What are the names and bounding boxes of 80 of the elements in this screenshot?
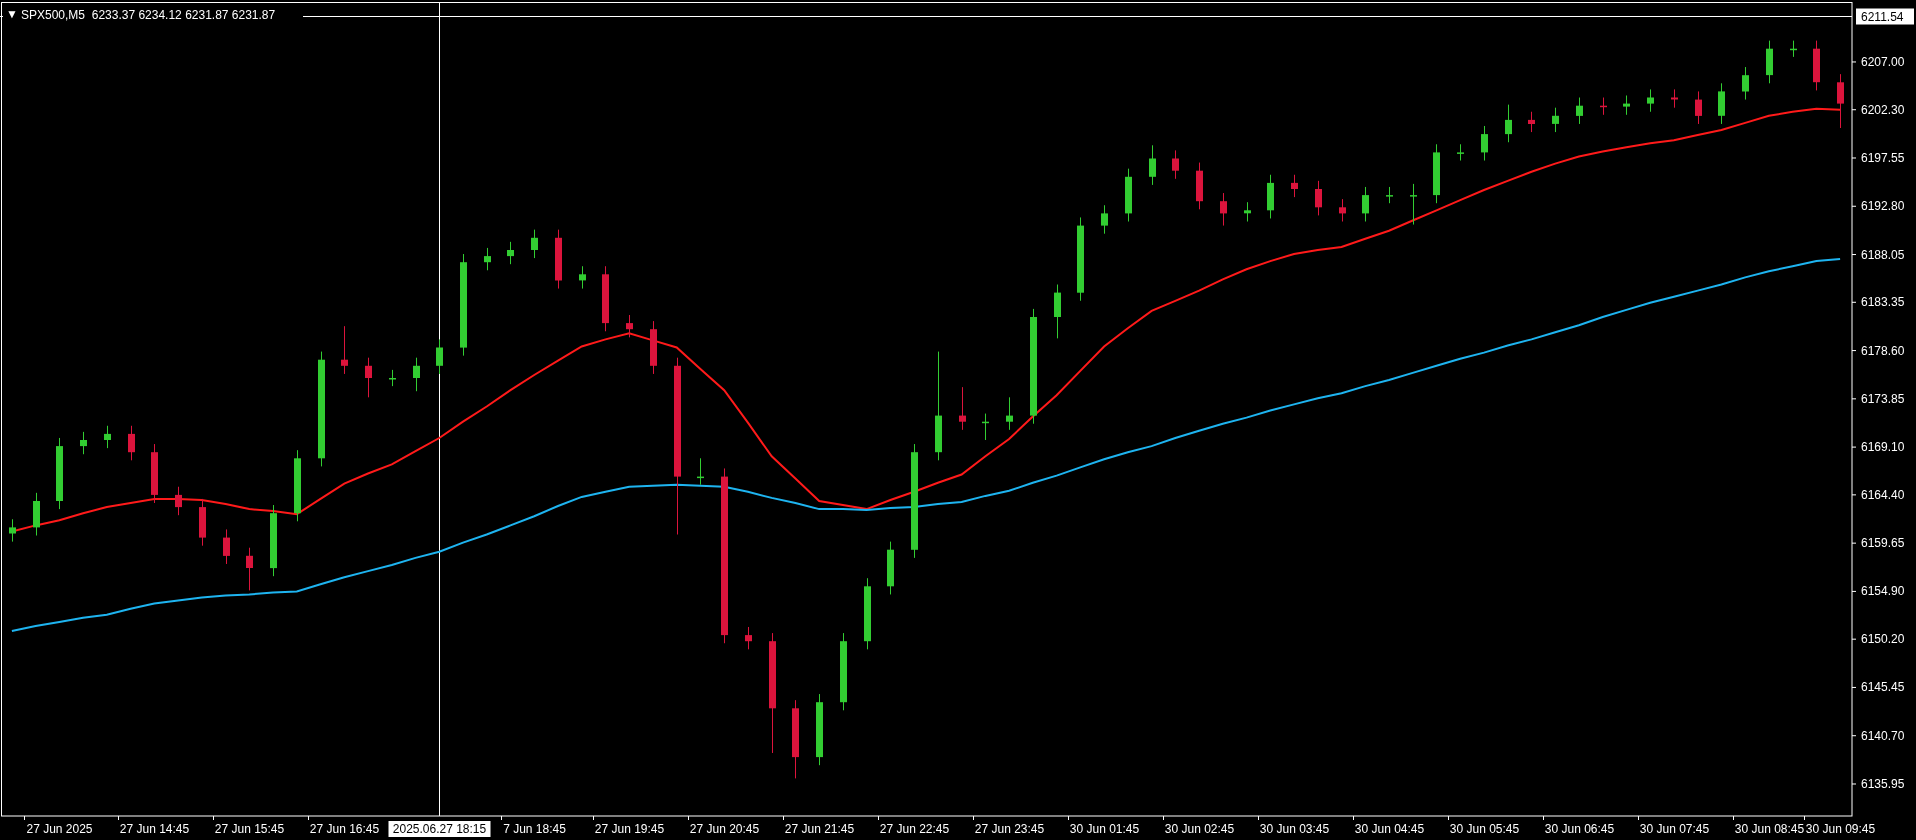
candlestick xyxy=(1695,90,1702,125)
time-axis-label: 27 Jun 14:45 xyxy=(119,822,190,836)
candlestick xyxy=(413,357,420,392)
candlestick xyxy=(1006,396,1013,431)
candlestick xyxy=(1623,94,1630,116)
price-axis-label: 6135.95 xyxy=(1861,777,1905,791)
candlestick xyxy=(1552,107,1559,133)
price-axis-label: 6154.90 xyxy=(1861,584,1905,599)
time-axis-label: 30 Jun 05:45 xyxy=(1449,822,1520,836)
time-axis-label: 27 Jun 21:45 xyxy=(784,822,855,836)
time-axis-label: 27 Jun 20:45 xyxy=(689,822,760,836)
candlestick xyxy=(1410,183,1417,226)
time-axis-label: 27 Jun 23:45 xyxy=(974,822,1045,836)
time-axis-label: 30 Jun 08:45 xyxy=(1734,822,1805,836)
time-axis-label: 27 Jun 16:45 xyxy=(309,822,380,836)
time-axis-label: 27 Jun 19:45 xyxy=(594,822,665,836)
candlestick xyxy=(959,386,966,431)
candlestick xyxy=(484,247,491,271)
candlestick xyxy=(1457,143,1464,162)
candlestick xyxy=(223,528,230,565)
crosshair-price-label: 6211.54 xyxy=(1856,8,1914,25)
candlestick xyxy=(128,425,135,461)
price-axis-label: 6178.60 xyxy=(1861,343,1905,358)
price-axis-label: 6197.55 xyxy=(1861,151,1905,165)
time-axis-label: 27 Jun 22:45 xyxy=(879,822,950,836)
candlestick xyxy=(1505,104,1512,143)
price-axis-label: 6173.85 xyxy=(1861,391,1905,406)
candlestick xyxy=(1671,88,1678,109)
candlestick xyxy=(1149,144,1156,186)
candlestick xyxy=(1220,192,1227,227)
candlestick xyxy=(80,431,87,455)
time-axis-label: 30 Jun 07:45 xyxy=(1639,822,1710,836)
time-axis-label: 27 Jun 2025 xyxy=(26,822,93,836)
candlestick xyxy=(1339,198,1346,223)
price-axis-label: 6150.20 xyxy=(1861,632,1905,647)
candlestick xyxy=(1528,111,1535,133)
candlestick xyxy=(1315,180,1322,216)
time-axis-label: 30 Jun 09:45 xyxy=(1805,822,1876,836)
candlestick xyxy=(246,547,253,591)
price-axis-label: 6169.10 xyxy=(1861,440,1905,455)
price-axis-label: 6164.40 xyxy=(1861,487,1905,502)
time-axis-label: 27 Jun 15:45 xyxy=(214,822,285,836)
candlestick xyxy=(1481,125,1488,162)
candlestick xyxy=(1742,66,1749,101)
candlestick xyxy=(1576,97,1583,125)
price-axis-label: 6145.45 xyxy=(1861,680,1905,695)
candlestick xyxy=(1101,204,1108,235)
candlestick xyxy=(1647,88,1654,113)
candlestick xyxy=(507,241,514,265)
price-axis-label: 6188.05 xyxy=(1861,247,1905,262)
candlestick xyxy=(365,357,372,398)
candlestick xyxy=(626,314,633,338)
price-axis-label: 6192.80 xyxy=(1861,199,1905,214)
price-axis-label: 6207.00 xyxy=(1861,54,1905,69)
candlestick xyxy=(1837,73,1844,129)
dropdown-icon[interactable]: ▼ xyxy=(6,7,18,21)
candlestick xyxy=(579,265,586,290)
candlestick xyxy=(745,626,752,650)
candlestick xyxy=(531,229,538,259)
price-axis-label: 6140.70 xyxy=(1861,728,1905,743)
time-axis-label: 7 Jun 18:45 xyxy=(503,822,566,836)
candlestick xyxy=(175,486,182,516)
chart-title: SPX500,M5 6233.37 6234.12 6231.87 6231.87 xyxy=(21,8,276,22)
candlestick xyxy=(104,425,111,449)
time-axis-label: 30 Jun 04:45 xyxy=(1354,822,1425,836)
time-axis-label: 30 Jun 06:45 xyxy=(1544,822,1615,836)
price-axis-label: 6202.30 xyxy=(1861,102,1905,117)
candlestick xyxy=(1291,174,1298,198)
price-axis-label: 6159.65 xyxy=(1861,536,1905,551)
candlestick xyxy=(341,325,348,375)
candlestick xyxy=(9,518,16,543)
price-axis-label: 6183.35 xyxy=(1861,295,1905,310)
candlestick xyxy=(1362,186,1369,223)
candlestick xyxy=(1244,201,1251,223)
candlestick xyxy=(436,338,443,375)
time-axis-label: 30 Jun 01:45 xyxy=(1069,822,1140,836)
time-axis-label: 30 Jun 03:45 xyxy=(1259,822,1330,836)
crosshair-time-label: 2025.06.27 18:15 xyxy=(388,821,491,837)
time-axis-label: 30 Jun 02:45 xyxy=(1164,822,1235,836)
candlestick xyxy=(1172,149,1179,180)
